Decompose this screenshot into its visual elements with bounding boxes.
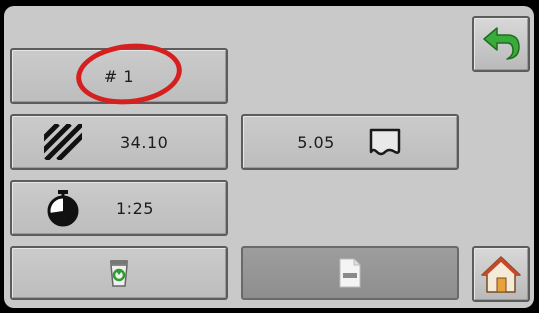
- recycle-bin-icon: [107, 258, 131, 288]
- distance-button[interactable]: 5.05: [241, 114, 459, 170]
- distance-value: 5.05: [297, 132, 335, 152]
- home-icon: [479, 254, 523, 294]
- record-number-label: # 1: [103, 66, 135, 86]
- area-total-button[interactable]: 34.10: [10, 114, 228, 170]
- screen: # 1 34.10 5.05 1:25: [0, 0, 539, 313]
- elapsed-time-value: 1:25: [116, 198, 154, 218]
- area-total-value: 34.10: [120, 132, 169, 152]
- home-button[interactable]: [472, 246, 530, 302]
- record-number-button[interactable]: # 1: [10, 48, 228, 104]
- back-button[interactable]: [472, 16, 530, 72]
- document-icon: [338, 258, 362, 288]
- back-arrow-icon: [481, 26, 521, 62]
- hatched-area-icon: [44, 124, 82, 160]
- stats-panel: # 1 34.10 5.05 1:25: [4, 6, 534, 308]
- report-button[interactable]: [241, 246, 459, 300]
- boundary-outline-icon: [367, 126, 403, 158]
- elapsed-time-button[interactable]: 1:25: [10, 180, 228, 236]
- delete-button[interactable]: [10, 246, 228, 300]
- stopwatch-icon: [46, 189, 80, 227]
